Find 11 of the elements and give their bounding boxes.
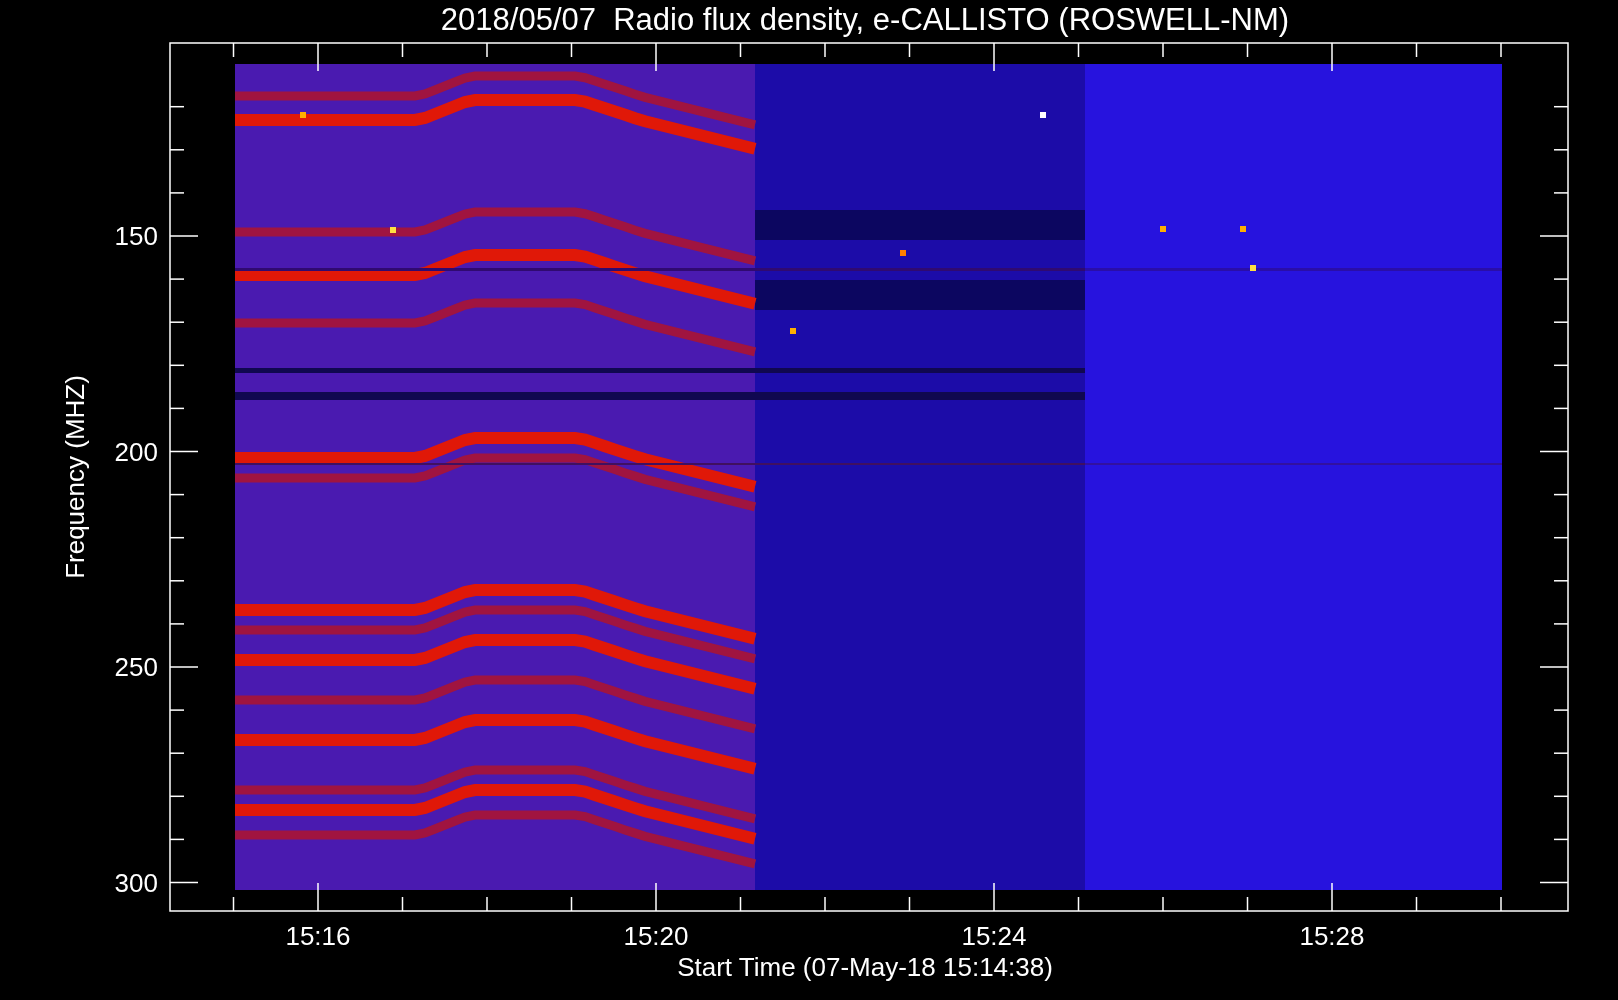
chart-title: 2018/05/07 Radio flux density, e-CALLISTO (ROSWELL-NM) (440, 2, 1290, 37)
x-tick-label: 15:24 (961, 921, 1027, 951)
y-tick-label: 150 (114, 221, 158, 251)
y-axis-title: Frequency (MHZ) (60, 375, 90, 579)
x-axis-title: Start Time (07-May-18 15:14:38) (677, 952, 1053, 982)
y-tick-label: 200 (114, 436, 158, 467)
y-tick-label: 300 (114, 867, 158, 898)
y-tick-label: 250 (114, 652, 158, 682)
x-tick-label: 15:20 (623, 921, 689, 951)
x-tick-label: 15:16 (285, 921, 351, 951)
x-tick-label: 15:28 (1299, 921, 1365, 951)
